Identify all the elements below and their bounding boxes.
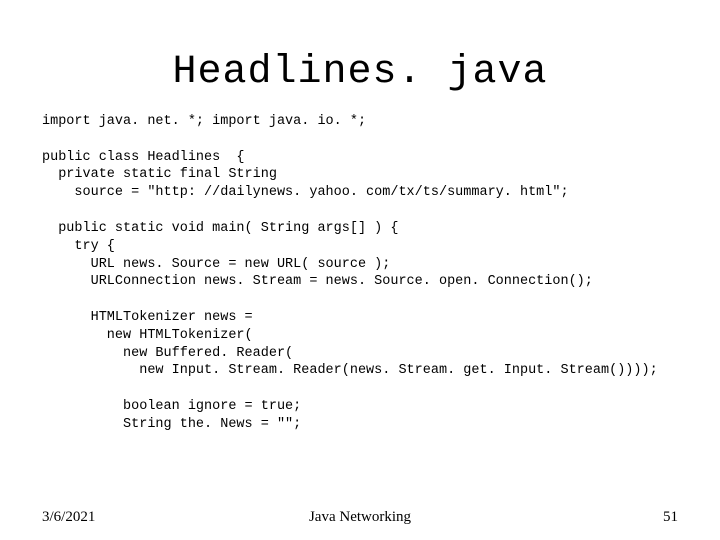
code-block: import java. net. *; import java. io. *;… (42, 113, 678, 434)
slide-footer: 3/6/2021 Java Networking 51 (0, 509, 720, 526)
footer-page-number: 51 (663, 509, 678, 526)
slide-title: Headlines. java (42, 50, 678, 95)
footer-title: Java Networking (309, 509, 411, 526)
footer-date: 3/6/2021 (42, 509, 95, 526)
slide: Headlines. java import java. net. *; imp… (0, 0, 720, 540)
